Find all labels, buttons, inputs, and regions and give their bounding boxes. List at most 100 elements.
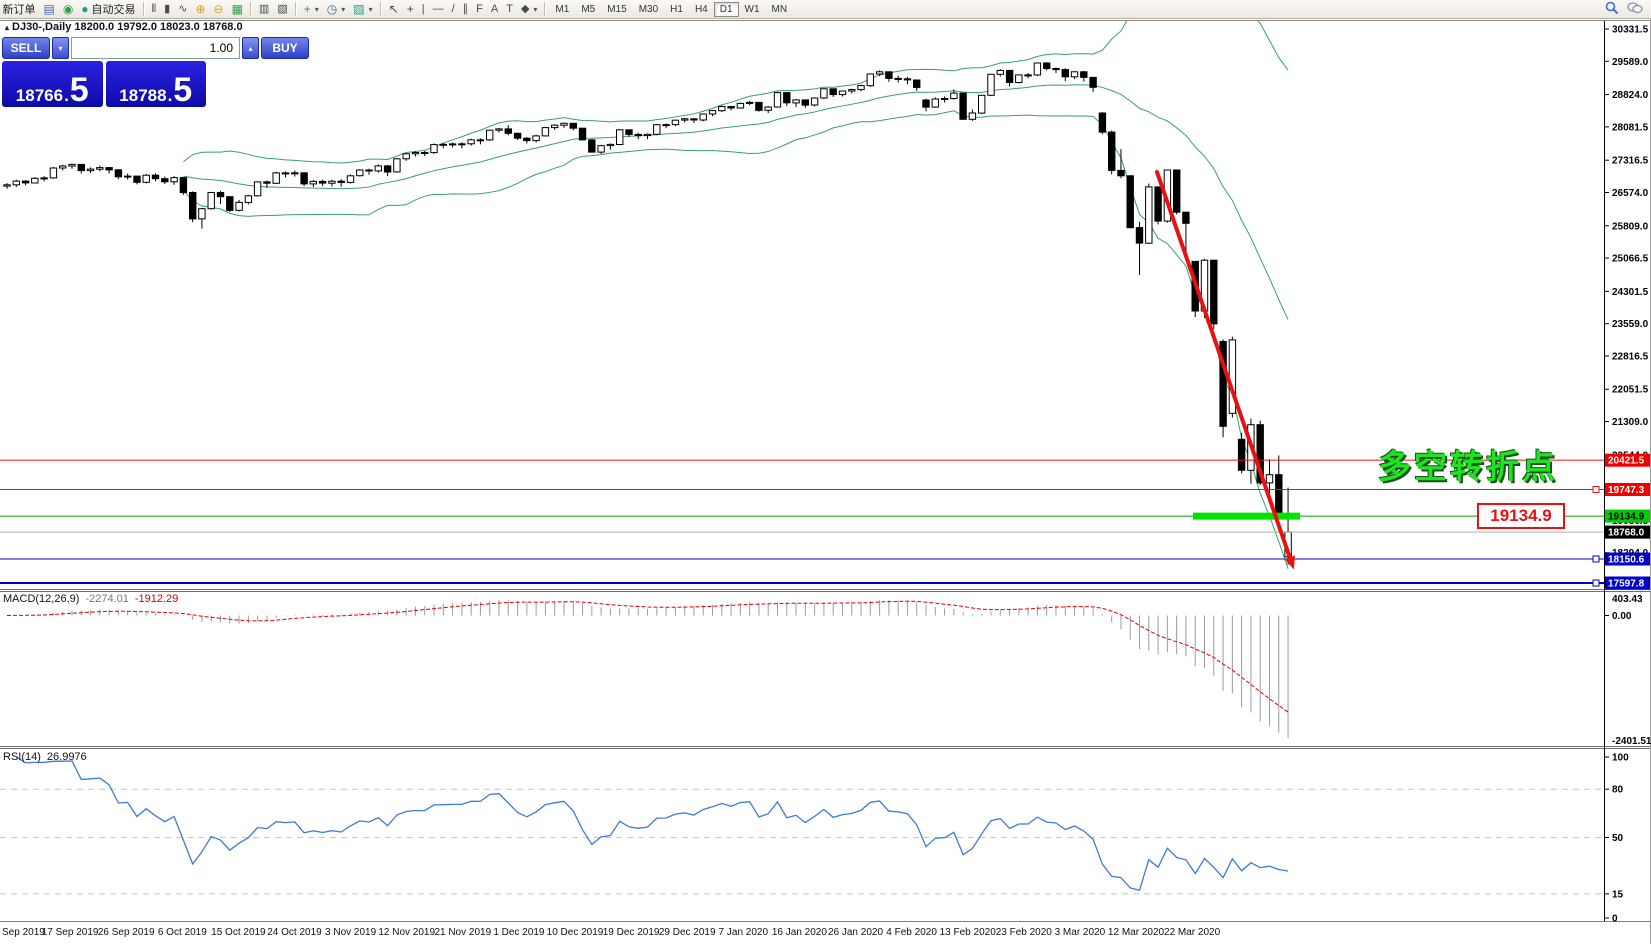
chat-icon[interactable] xyxy=(1627,1,1643,18)
buy-button[interactable]: BUY xyxy=(261,37,309,59)
volume-decrease-button[interactable]: ▾ xyxy=(52,37,69,59)
vertical-line-tool-button[interactable]: | xyxy=(418,1,429,17)
one-click-trading-panel: SELL ▾ ▴ BUY 18766.5 18788.5 xyxy=(2,37,206,107)
zoom-in-button[interactable]: ⊕ xyxy=(191,1,209,17)
candle xyxy=(115,170,121,177)
candle xyxy=(292,173,298,174)
horizontal-line-tool-button[interactable]: — xyxy=(429,1,448,17)
zoom-out-icon: ⊖ xyxy=(214,3,224,15)
channel-tool-button[interactable]: ∥ xyxy=(459,1,473,17)
candle xyxy=(60,166,66,168)
dropdown-arrow-icon: ▾ xyxy=(533,5,537,14)
sell-button[interactable]: SELL xyxy=(2,37,50,59)
candle xyxy=(1211,260,1217,324)
text-label-tool-button[interactable]: T xyxy=(502,1,517,17)
timeframe-button-h1[interactable]: H1 xyxy=(664,2,689,17)
candle xyxy=(682,119,688,120)
candle xyxy=(1276,475,1282,515)
candle xyxy=(152,175,158,179)
timeframe-button-d1[interactable]: D1 xyxy=(714,2,739,17)
candle xyxy=(1071,72,1077,77)
candle xyxy=(691,119,697,120)
candle xyxy=(1062,70,1068,77)
candle xyxy=(1127,176,1133,228)
candle xyxy=(524,138,530,140)
candle xyxy=(979,95,985,113)
svg-text:29589.0: 29589.0 xyxy=(1612,57,1649,68)
candle xyxy=(1238,439,1244,470)
timeframe-button-m1[interactable]: M1 xyxy=(549,2,575,17)
timeframe-button-mn[interactable]: MN xyxy=(766,2,794,17)
svg-text:21309.0: 21309.0 xyxy=(1612,417,1649,428)
bar-chart-button[interactable]: ⫴ xyxy=(148,1,161,17)
cursor-tool-button[interactable]: ↖ xyxy=(385,1,403,17)
autotrading-button[interactable]: ● 自动交易 xyxy=(77,1,139,17)
candle xyxy=(217,193,223,197)
periods-button[interactable]: ◷▾ xyxy=(323,1,350,17)
candle xyxy=(756,102,762,110)
line-chart-button[interactable]: ∿ xyxy=(174,1,191,17)
candle xyxy=(1155,187,1161,221)
buy-price-display[interactable]: 18788.5 xyxy=(106,61,207,107)
candle xyxy=(357,170,363,176)
candle xyxy=(190,193,196,219)
toolbar-separator xyxy=(143,2,145,16)
charts-window-button[interactable]: ▤ xyxy=(39,1,58,17)
broadcast-icon: ◉ xyxy=(63,3,73,15)
trendline-icon: / xyxy=(452,4,455,15)
candle xyxy=(1053,69,1059,70)
svg-text:18150.6: 18150.6 xyxy=(1608,554,1645,565)
candle xyxy=(561,123,567,125)
price-level-label[interactable]: 19134.9 xyxy=(1477,503,1565,529)
trendline-tool-button[interactable]: / xyxy=(448,1,459,17)
candle xyxy=(802,100,808,105)
text-tool-button[interactable]: A xyxy=(487,1,502,17)
shapes-tool-button[interactable]: ◆▾ xyxy=(517,1,541,17)
timeframe-button-m5[interactable]: M5 xyxy=(575,2,601,17)
candle xyxy=(932,99,938,107)
volume-input[interactable] xyxy=(71,37,240,59)
cascade-windows-button[interactable]: ▧ xyxy=(273,1,291,17)
candle xyxy=(87,169,93,171)
cascade-windows-icon: ▧ xyxy=(277,4,287,15)
broadcast-button[interactable]: ◉ xyxy=(59,1,77,17)
volume-increase-button[interactable]: ▴ xyxy=(242,37,259,59)
indicators-button[interactable]: +▾ xyxy=(300,1,323,17)
candle xyxy=(1025,75,1031,76)
candle-chart-button[interactable]: ▮ xyxy=(160,1,174,17)
candle xyxy=(598,146,604,152)
svg-text:24301.5: 24301.5 xyxy=(1612,287,1649,298)
candle xyxy=(552,125,558,127)
candle xyxy=(403,154,409,159)
timeframe-button-m30[interactable]: M30 xyxy=(633,2,664,17)
toolbar-separator xyxy=(295,2,297,16)
candle xyxy=(366,170,372,171)
timeframe-button-w1[interactable]: W1 xyxy=(739,2,766,17)
candle xyxy=(533,136,539,141)
arrange-windows-button[interactable]: ▥ xyxy=(255,1,273,17)
timeframe-button-m15[interactable]: M15 xyxy=(601,2,632,17)
candle xyxy=(654,125,660,135)
candle xyxy=(468,140,474,144)
new-order-button[interactable]: ◆ 新订单 xyxy=(0,1,39,17)
fibonacci-tool-button[interactable]: F xyxy=(472,1,487,17)
search-icon[interactable] xyxy=(1605,1,1619,18)
candle xyxy=(1090,77,1096,87)
svg-text:0: 0 xyxy=(1612,914,1618,925)
sell-price-display[interactable]: 18766.5 xyxy=(2,61,103,107)
candle xyxy=(663,125,669,126)
candle xyxy=(709,111,715,114)
candle xyxy=(329,181,335,183)
candle xyxy=(765,107,771,110)
candle xyxy=(69,164,75,166)
turning-point-annotation[interactable]: 多空转折点 xyxy=(1378,440,1558,488)
svg-text:19134.9: 19134.9 xyxy=(1608,512,1645,523)
tile-windows-button[interactable]: ▦ xyxy=(228,1,247,17)
crosshair-tool-button[interactable]: + xyxy=(403,1,418,17)
candle xyxy=(22,181,28,183)
candle xyxy=(746,102,752,103)
templates-button[interactable]: ▨▾ xyxy=(349,1,376,17)
timeframe-button-h4[interactable]: H4 xyxy=(689,2,714,17)
zoom-out-button[interactable]: ⊖ xyxy=(210,1,228,17)
clock-icon: ◷ xyxy=(327,3,337,15)
